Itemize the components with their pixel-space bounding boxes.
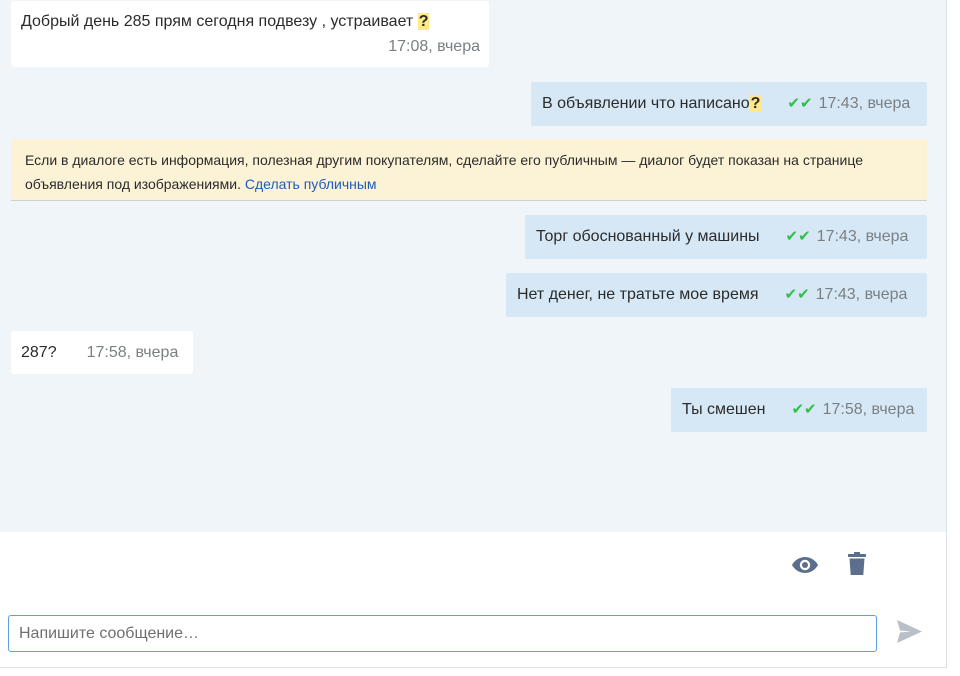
- message-time: 17:58, вчера: [822, 401, 915, 418]
- message-time: 17:43, вчера: [818, 95, 911, 112]
- read-check-icon: ✔✔: [791, 401, 817, 418]
- panel-bottom-border: [0, 667, 947, 668]
- notice-text: Если в диалоге есть информация, полезная…: [25, 152, 864, 192]
- message-time: 17:43, вчера: [815, 286, 908, 303]
- public-dialog-notice: Если в диалоге есть информация, полезная…: [11, 139, 927, 201]
- message-text: В объявлении что написано: [542, 95, 750, 112]
- message-time: 17:43, вчера: [816, 228, 909, 245]
- outgoing-message: Нет денег, не тратьте мое время ✔✔ 17:43…: [506, 273, 927, 317]
- message-text: Ты смешен: [682, 401, 766, 418]
- send-icon[interactable]: [896, 619, 923, 644]
- message-text: Торг обоснованный у машины: [536, 228, 760, 245]
- question-mark-highlight: ?: [749, 95, 762, 112]
- outgoing-message: В объявлении что написано? ✔✔ 17:43, вче…: [531, 82, 927, 126]
- question-mark-highlight: ?: [417, 13, 430, 30]
- outgoing-message: Ты смешен ✔✔ 17:58, вчера: [671, 388, 927, 432]
- message-input[interactable]: [8, 615, 877, 652]
- read-check-icon: ✔✔: [785, 228, 811, 245]
- message-text: 287?: [21, 344, 57, 361]
- trash-icon[interactable]: [847, 552, 867, 576]
- message-text: Добрый день 285 прям сегодня подвезу , у…: [21, 13, 418, 30]
- message-text-wrap: В объявлении что написано?: [542, 94, 762, 114]
- message-time: 17:08, вчера: [388, 38, 480, 55]
- chat-messages-area[interactable]: Добрый день 285 прям сегодня подвезу , у…: [0, 0, 946, 532]
- incoming-message: Добрый день 285 прям сегодня подвезу , у…: [11, 1, 489, 67]
- outgoing-message: Торг обоснованный у машины ✔✔ 17:43, вче…: [525, 215, 927, 259]
- panel-right-border: [946, 0, 947, 668]
- message-meta: ✔✔ 17:43, вчера: [785, 285, 908, 305]
- message-meta: ✔✔ 17:43, вчера: [786, 227, 909, 247]
- message-text: Нет денег, не тратьте мое время: [517, 286, 759, 303]
- make-public-link[interactable]: Сделать публичным: [245, 176, 377, 192]
- eye-icon[interactable]: [791, 555, 819, 575]
- message-time: 17:58, вчера: [86, 344, 179, 361]
- message-meta: ✔✔ 17:58, вчера: [791, 400, 914, 420]
- message-meta: ✔✔ 17:43, вчера: [787, 94, 910, 114]
- read-check-icon: ✔✔: [784, 286, 810, 303]
- read-check-icon: ✔✔: [787, 95, 813, 112]
- incoming-message: 287? 17:58, вчера: [11, 331, 193, 374]
